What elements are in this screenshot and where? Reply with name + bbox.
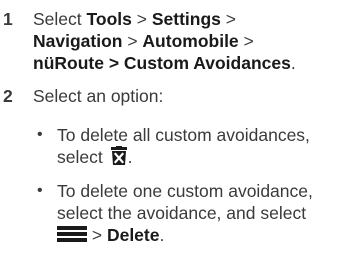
- menu-settings: Settings: [151, 9, 221, 29]
- bullet-text: To delete all custom avoidances, select …: [57, 125, 310, 167]
- menu-tools: Tools: [86, 9, 132, 29]
- trash-can-x-icon: [109, 146, 128, 166]
- bullet-dot: •: [37, 126, 43, 143]
- menu-navigation: Navigation: [33, 31, 123, 51]
- menu-automobile: Automobile: [142, 31, 239, 51]
- menu-path-end: nüRoute > Custom Avoidances: [33, 53, 291, 73]
- menu-bars-icon: [57, 226, 87, 242]
- delete-label: Delete: [106, 225, 160, 245]
- bullet-dot: •: [37, 182, 43, 199]
- select-word: Select: [33, 9, 82, 29]
- bullet-text: To delete one custom avoidance, select t…: [57, 181, 313, 245]
- step-2-text: Select an option:: [33, 86, 164, 106]
- step-1-text: Select Tools > Settings > Navigation > A…: [33, 9, 296, 73]
- step-number: 2: [3, 86, 13, 106]
- step-number: 1: [3, 9, 13, 29]
